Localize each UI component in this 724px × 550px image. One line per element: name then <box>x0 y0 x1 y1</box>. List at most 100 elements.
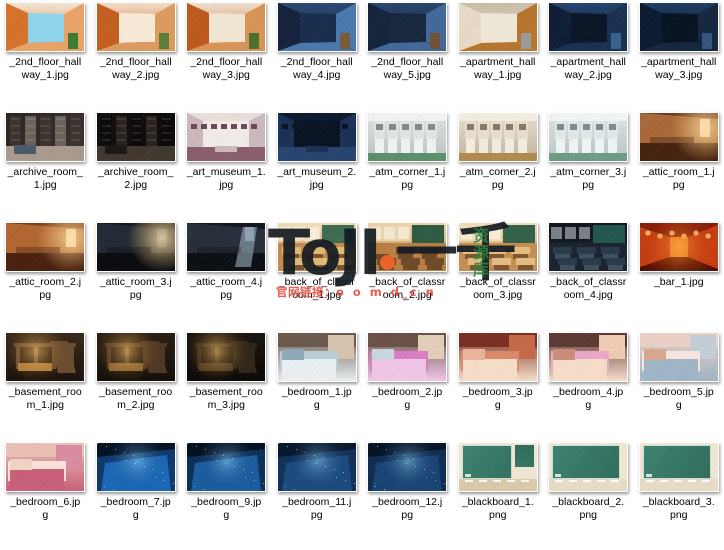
file-thumbnail[interactable] <box>549 112 628 162</box>
file-item[interactable]: _bedroom_9.jpg <box>181 440 272 550</box>
file-item[interactable]: _basement_room_3.jpg <box>181 330 272 440</box>
file-item[interactable]: _attic_room_4.jpg <box>181 220 272 330</box>
file-thumbnail[interactable] <box>368 222 447 272</box>
file-thumbnail[interactable] <box>458 442 537 492</box>
file-thumbnail[interactable] <box>277 222 356 272</box>
file-item[interactable]: _apartment_hallway_1.jpg <box>453 0 544 110</box>
file-item[interactable]: _bedroom_7.jpg <box>91 440 182 550</box>
file-name-label: _basement_room_2.jpg <box>92 386 180 412</box>
file-item[interactable]: _atm_corner_2.jpg <box>453 110 544 220</box>
file-name-label: _2nd_floor_hallway_4.jpg <box>273 56 361 82</box>
file-item[interactable]: _blackboard_1.png <box>453 440 544 550</box>
thumbnail-grid[interactable]: _2nd_floor_hallway_1.jpg_2nd_floor_hallw… <box>0 0 724 510</box>
file-name-label: _apartment_hallway_2.jpg <box>544 56 632 82</box>
file-item[interactable]: _archive_room_2.jpg <box>91 110 182 220</box>
file-name-label: _back_of_classroom_2.jpg <box>363 276 451 302</box>
file-item[interactable]: _blackboard_2.png <box>543 440 634 550</box>
file-item[interactable]: _attic_room_2.jpg <box>0 220 91 330</box>
file-item[interactable]: _back_of_classroom_1.jpg <box>272 220 363 330</box>
file-name-label: _2nd_floor_hallway_2.jpg <box>92 56 180 82</box>
file-thumbnail[interactable] <box>639 2 718 52</box>
file-item[interactable]: _back_of_classroom_4.jpg <box>543 220 634 330</box>
file-thumbnail[interactable] <box>458 332 537 382</box>
file-item[interactable]: _back_of_classroom_2.jpg <box>362 220 453 330</box>
file-thumbnail[interactable] <box>549 442 628 492</box>
file-thumbnail[interactable] <box>277 112 356 162</box>
file-thumbnail[interactable] <box>639 332 718 382</box>
file-thumbnail[interactable] <box>277 442 356 492</box>
file-name-label: _archive_room_1.jpg <box>1 166 89 192</box>
file-name-line-1: _bedroom_6.jp <box>10 496 80 508</box>
file-item[interactable]: _atm_corner_3.jpg <box>543 110 634 220</box>
file-item[interactable]: _blackboard_3.png <box>634 440 724 550</box>
file-thumbnail[interactable] <box>187 332 266 382</box>
file-thumbnail[interactable] <box>187 442 266 492</box>
file-name-line-2: way_2.jpg <box>544 69 632 82</box>
file-thumbnail[interactable] <box>549 2 628 52</box>
file-thumbnail[interactable] <box>368 112 447 162</box>
file-name-line-1: _basement_roo <box>9 386 82 398</box>
file-thumbnail[interactable] <box>96 112 175 162</box>
file-item[interactable]: _bedroom_11.jpg <box>272 440 363 550</box>
file-thumbnail[interactable] <box>458 2 537 52</box>
file-item[interactable]: _art_museum_1.jpg <box>181 110 272 220</box>
file-name-label: _bar_1.jpg <box>635 276 723 289</box>
file-thumbnail[interactable] <box>458 112 537 162</box>
file-thumbnail[interactable] <box>6 2 85 52</box>
file-name-line-2: m_1.jpg <box>1 399 89 412</box>
file-item[interactable]: _bedroom_5.jpg <box>634 330 724 440</box>
file-item[interactable]: _art_museum_2.jpg <box>272 110 363 220</box>
file-item[interactable]: _archive_room_1.jpg <box>0 110 91 220</box>
file-item[interactable]: _bedroom_4.jpg <box>543 330 634 440</box>
file-name-line-2: oom_3.jpg <box>454 289 542 302</box>
file-name-line-1: _basement_roo <box>190 386 263 398</box>
file-thumbnail[interactable] <box>6 332 85 382</box>
file-thumbnail[interactable] <box>277 332 356 382</box>
file-thumbnail[interactable] <box>549 222 628 272</box>
file-thumbnail[interactable] <box>458 222 537 272</box>
file-thumbnail[interactable] <box>639 442 718 492</box>
file-thumbnail[interactable] <box>277 2 356 52</box>
file-thumbnail[interactable] <box>96 2 175 52</box>
file-item[interactable]: _2nd_floor_hallway_4.jpg <box>272 0 363 110</box>
file-thumbnail[interactable] <box>96 222 175 272</box>
file-thumbnail[interactable] <box>639 222 718 272</box>
file-thumbnail[interactable] <box>96 332 175 382</box>
file-name-line-1: _bedroom_3.jp <box>463 386 533 398</box>
file-thumbnail[interactable] <box>187 112 266 162</box>
file-thumbnail[interactable] <box>639 112 718 162</box>
file-name-label: _basement_room_3.jpg <box>182 386 270 412</box>
file-thumbnail[interactable] <box>368 332 447 382</box>
file-item[interactable]: _back_of_classroom_3.jpg <box>453 220 544 330</box>
file-item[interactable]: _bedroom_2.jpg <box>362 330 453 440</box>
file-thumbnail[interactable] <box>187 222 266 272</box>
file-thumbnail[interactable] <box>96 442 175 492</box>
file-item[interactable]: _2nd_floor_hallway_1.jpg <box>0 0 91 110</box>
file-name-line-2: g <box>454 399 542 412</box>
file-thumbnail[interactable] <box>6 442 85 492</box>
file-item[interactable]: _apartment_hallway_2.jpg <box>543 0 634 110</box>
file-item[interactable]: _bedroom_12.jpg <box>362 440 453 550</box>
file-thumbnail[interactable] <box>368 442 447 492</box>
file-item[interactable]: _attic_room_3.jpg <box>91 220 182 330</box>
file-name-line-1: _archive_room_ <box>8 166 83 178</box>
file-thumbnail[interactable] <box>6 112 85 162</box>
file-item[interactable]: _atm_corner_1.jpg <box>362 110 453 220</box>
file-thumbnail[interactable] <box>6 222 85 272</box>
file-name-line-1: _back_of_classr <box>550 276 626 288</box>
file-thumbnail[interactable] <box>187 2 266 52</box>
file-item[interactable]: _bar_1.jpg <box>634 220 724 330</box>
file-thumbnail[interactable] <box>368 2 447 52</box>
file-item[interactable]: _attic_room_1.jpg <box>634 110 724 220</box>
file-item[interactable]: _bedroom_3.jpg <box>453 330 544 440</box>
file-item[interactable]: _basement_room_1.jpg <box>0 330 91 440</box>
file-item[interactable]: _bedroom_6.jpg <box>0 440 91 550</box>
file-item[interactable]: _apartment_hallway_3.jpg <box>634 0 724 110</box>
file-item[interactable]: _bedroom_1.jpg <box>272 330 363 440</box>
file-thumbnail[interactable] <box>549 332 628 382</box>
file-item[interactable]: _2nd_floor_hallway_5.jpg <box>362 0 453 110</box>
file-item[interactable]: _2nd_floor_hallway_2.jpg <box>91 0 182 110</box>
file-name-line-2: way_4.jpg <box>273 69 361 82</box>
file-item[interactable]: _basement_room_2.jpg <box>91 330 182 440</box>
file-item[interactable]: _2nd_floor_hallway_3.jpg <box>181 0 272 110</box>
